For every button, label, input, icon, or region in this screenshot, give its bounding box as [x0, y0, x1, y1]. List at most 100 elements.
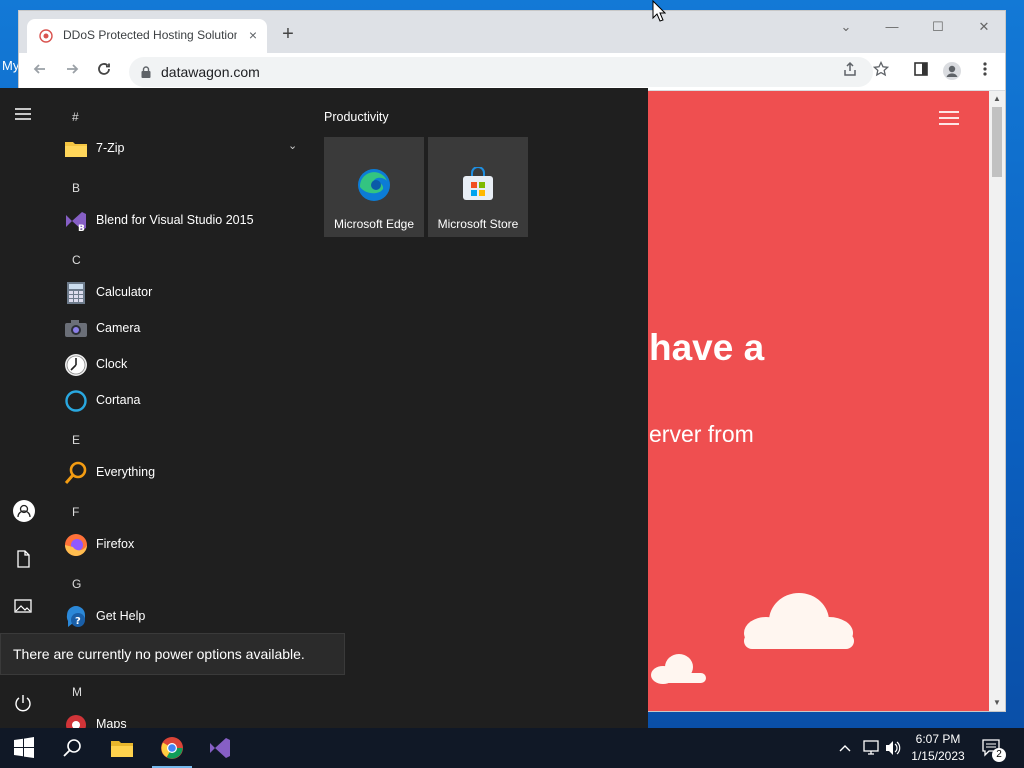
- app-maps[interactable]: Maps: [62, 709, 302, 728]
- tile-label: Microsoft Store: [437, 217, 519, 231]
- start-rail: [0, 88, 50, 728]
- hamburger-icon: [15, 108, 31, 120]
- notification-count-badge: 2: [992, 748, 1006, 762]
- blend-icon: B: [66, 212, 86, 233]
- profile-icon: [943, 62, 961, 80]
- svg-text:B: B: [78, 224, 85, 233]
- forward-button[interactable]: [61, 61, 83, 83]
- bookmark-button[interactable]: [870, 60, 892, 83]
- power-icon: [15, 695, 31, 712]
- app-name: Cortana: [96, 393, 141, 407]
- tab-strip: DDoS Protected Hosting Solution × + ⌄ — …: [19, 11, 1005, 53]
- favicon-icon: [39, 29, 53, 43]
- tile-group-title[interactable]: Productivity: [324, 110, 389, 124]
- power-tooltip: There are currently no power options ava…: [0, 633, 345, 675]
- taskbar-file-explorer[interactable]: [98, 728, 146, 768]
- get-help-icon: ?: [66, 606, 85, 627]
- section-letter[interactable]: F: [72, 505, 79, 519]
- tile-microsoft-store[interactable]: Microsoft Store: [428, 137, 528, 237]
- start-menu: # 7-Zip ⌄ B B Blend for Visual Studio 20…: [0, 88, 648, 728]
- desktop-icon-label[interactable]: My: [2, 58, 19, 73]
- profile-button[interactable]: [941, 61, 963, 83]
- side-panel-button[interactable]: [910, 61, 932, 83]
- section-letter[interactable]: #: [72, 110, 79, 124]
- section-letter[interactable]: C: [72, 253, 81, 267]
- app-firefox[interactable]: Firefox: [62, 529, 302, 561]
- pictures-button[interactable]: [12, 595, 38, 621]
- taskbar-visual-studio[interactable]: [196, 728, 244, 768]
- new-tab-button[interactable]: +: [277, 24, 299, 46]
- site-menu-icon[interactable]: [939, 111, 959, 127]
- address-bar[interactable]: datawagon.com: [129, 57, 873, 87]
- network-button[interactable]: [862, 728, 882, 768]
- start-button[interactable]: [0, 728, 48, 768]
- lock-icon: [141, 66, 151, 78]
- app-name: Firefox: [96, 537, 135, 551]
- app-name: 7-Zip: [96, 141, 125, 155]
- tab-datawagon[interactable]: DDoS Protected Hosting Solution ×: [27, 19, 267, 53]
- app-calculator[interactable]: Calculator: [62, 277, 302, 309]
- app-blend[interactable]: B Blend for Visual Studio 2015: [62, 205, 302, 237]
- menu-button[interactable]: [974, 61, 996, 83]
- back-arrow-icon: [33, 64, 45, 74]
- camera-icon: [65, 320, 87, 337]
- maximize-button[interactable]: ☐: [923, 16, 953, 38]
- windows-logo-icon: [14, 737, 34, 758]
- section-letter[interactable]: E: [72, 433, 80, 447]
- pictures-icon: [14, 599, 32, 613]
- show-hidden-icons[interactable]: [838, 728, 856, 768]
- app-get-help[interactable]: ? Get Help: [62, 601, 302, 633]
- everything-icon: [64, 461, 87, 484]
- side-panel-icon: [914, 62, 928, 76]
- app-name: Maps: [96, 717, 127, 728]
- section-letter[interactable]: G: [72, 577, 81, 591]
- scroll-up-icon[interactable]: ▲: [992, 94, 1002, 104]
- chevron-up-icon: [839, 745, 851, 752]
- tab-close-button[interactable]: ×: [245, 26, 261, 44]
- power-button[interactable]: [12, 692, 38, 718]
- app-everything[interactable]: Everything: [62, 457, 302, 489]
- taskbar: 6:07 PM 1/15/2023 2: [0, 728, 1024, 768]
- taskbar-chrome[interactable]: [148, 728, 196, 768]
- cloud-illustration: [744, 593, 854, 649]
- clock-date[interactable]: 1/15/2023: [908, 749, 968, 763]
- scroll-thumb[interactable]: [992, 107, 1002, 177]
- app-clock[interactable]: Clock: [62, 349, 302, 381]
- clock-time[interactable]: 6:07 PM: [908, 732, 968, 746]
- tile-microsoft-edge[interactable]: Microsoft Edge: [324, 137, 424, 237]
- search-button[interactable]: [48, 728, 96, 768]
- back-button[interactable]: [29, 61, 51, 83]
- section-letter[interactable]: B: [72, 181, 80, 195]
- hero-title: have a: [649, 327, 765, 368]
- section-letter[interactable]: M: [72, 685, 82, 699]
- volume-button[interactable]: [884, 728, 904, 768]
- app-cortana[interactable]: Cortana: [62, 385, 302, 417]
- documents-button[interactable]: [12, 548, 38, 574]
- maps-icon: [66, 715, 86, 728]
- chevron-down-icon[interactable]: ⌄: [288, 139, 302, 153]
- firefox-icon: [65, 534, 87, 556]
- network-icon: [863, 740, 879, 755]
- account-button[interactable]: [12, 499, 38, 525]
- share-button[interactable]: [839, 61, 861, 83]
- share-icon: [844, 61, 856, 76]
- app-camera[interactable]: Camera: [62, 313, 302, 345]
- cloud-illustration-small: [651, 654, 706, 684]
- tile-label: Microsoft Edge: [333, 217, 415, 231]
- app-name: Blend for Visual Studio 2015: [96, 213, 254, 227]
- document-icon: [17, 550, 30, 568]
- edge-icon: [358, 169, 390, 201]
- star-icon: [872, 60, 890, 77]
- svg-text:?: ?: [75, 616, 81, 627]
- expand-button[interactable]: [12, 103, 38, 129]
- app-7zip[interactable]: 7-Zip ⌄: [62, 133, 302, 165]
- tab-search-button[interactable]: ⌄: [831, 16, 861, 38]
- app-list: # 7-Zip ⌄ B B Blend for Visual Studio 20…: [50, 88, 312, 728]
- page-scrollbar[interactable]: ▲ ▼: [989, 91, 1005, 711]
- mouse-cursor-icon: [652, 0, 666, 22]
- scroll-down-icon[interactable]: ▼: [992, 698, 1002, 708]
- reload-button[interactable]: [93, 61, 115, 83]
- close-window-button[interactable]: ✕: [969, 16, 999, 38]
- minimize-button[interactable]: —: [877, 16, 907, 38]
- visual-studio-icon: [210, 738, 230, 758]
